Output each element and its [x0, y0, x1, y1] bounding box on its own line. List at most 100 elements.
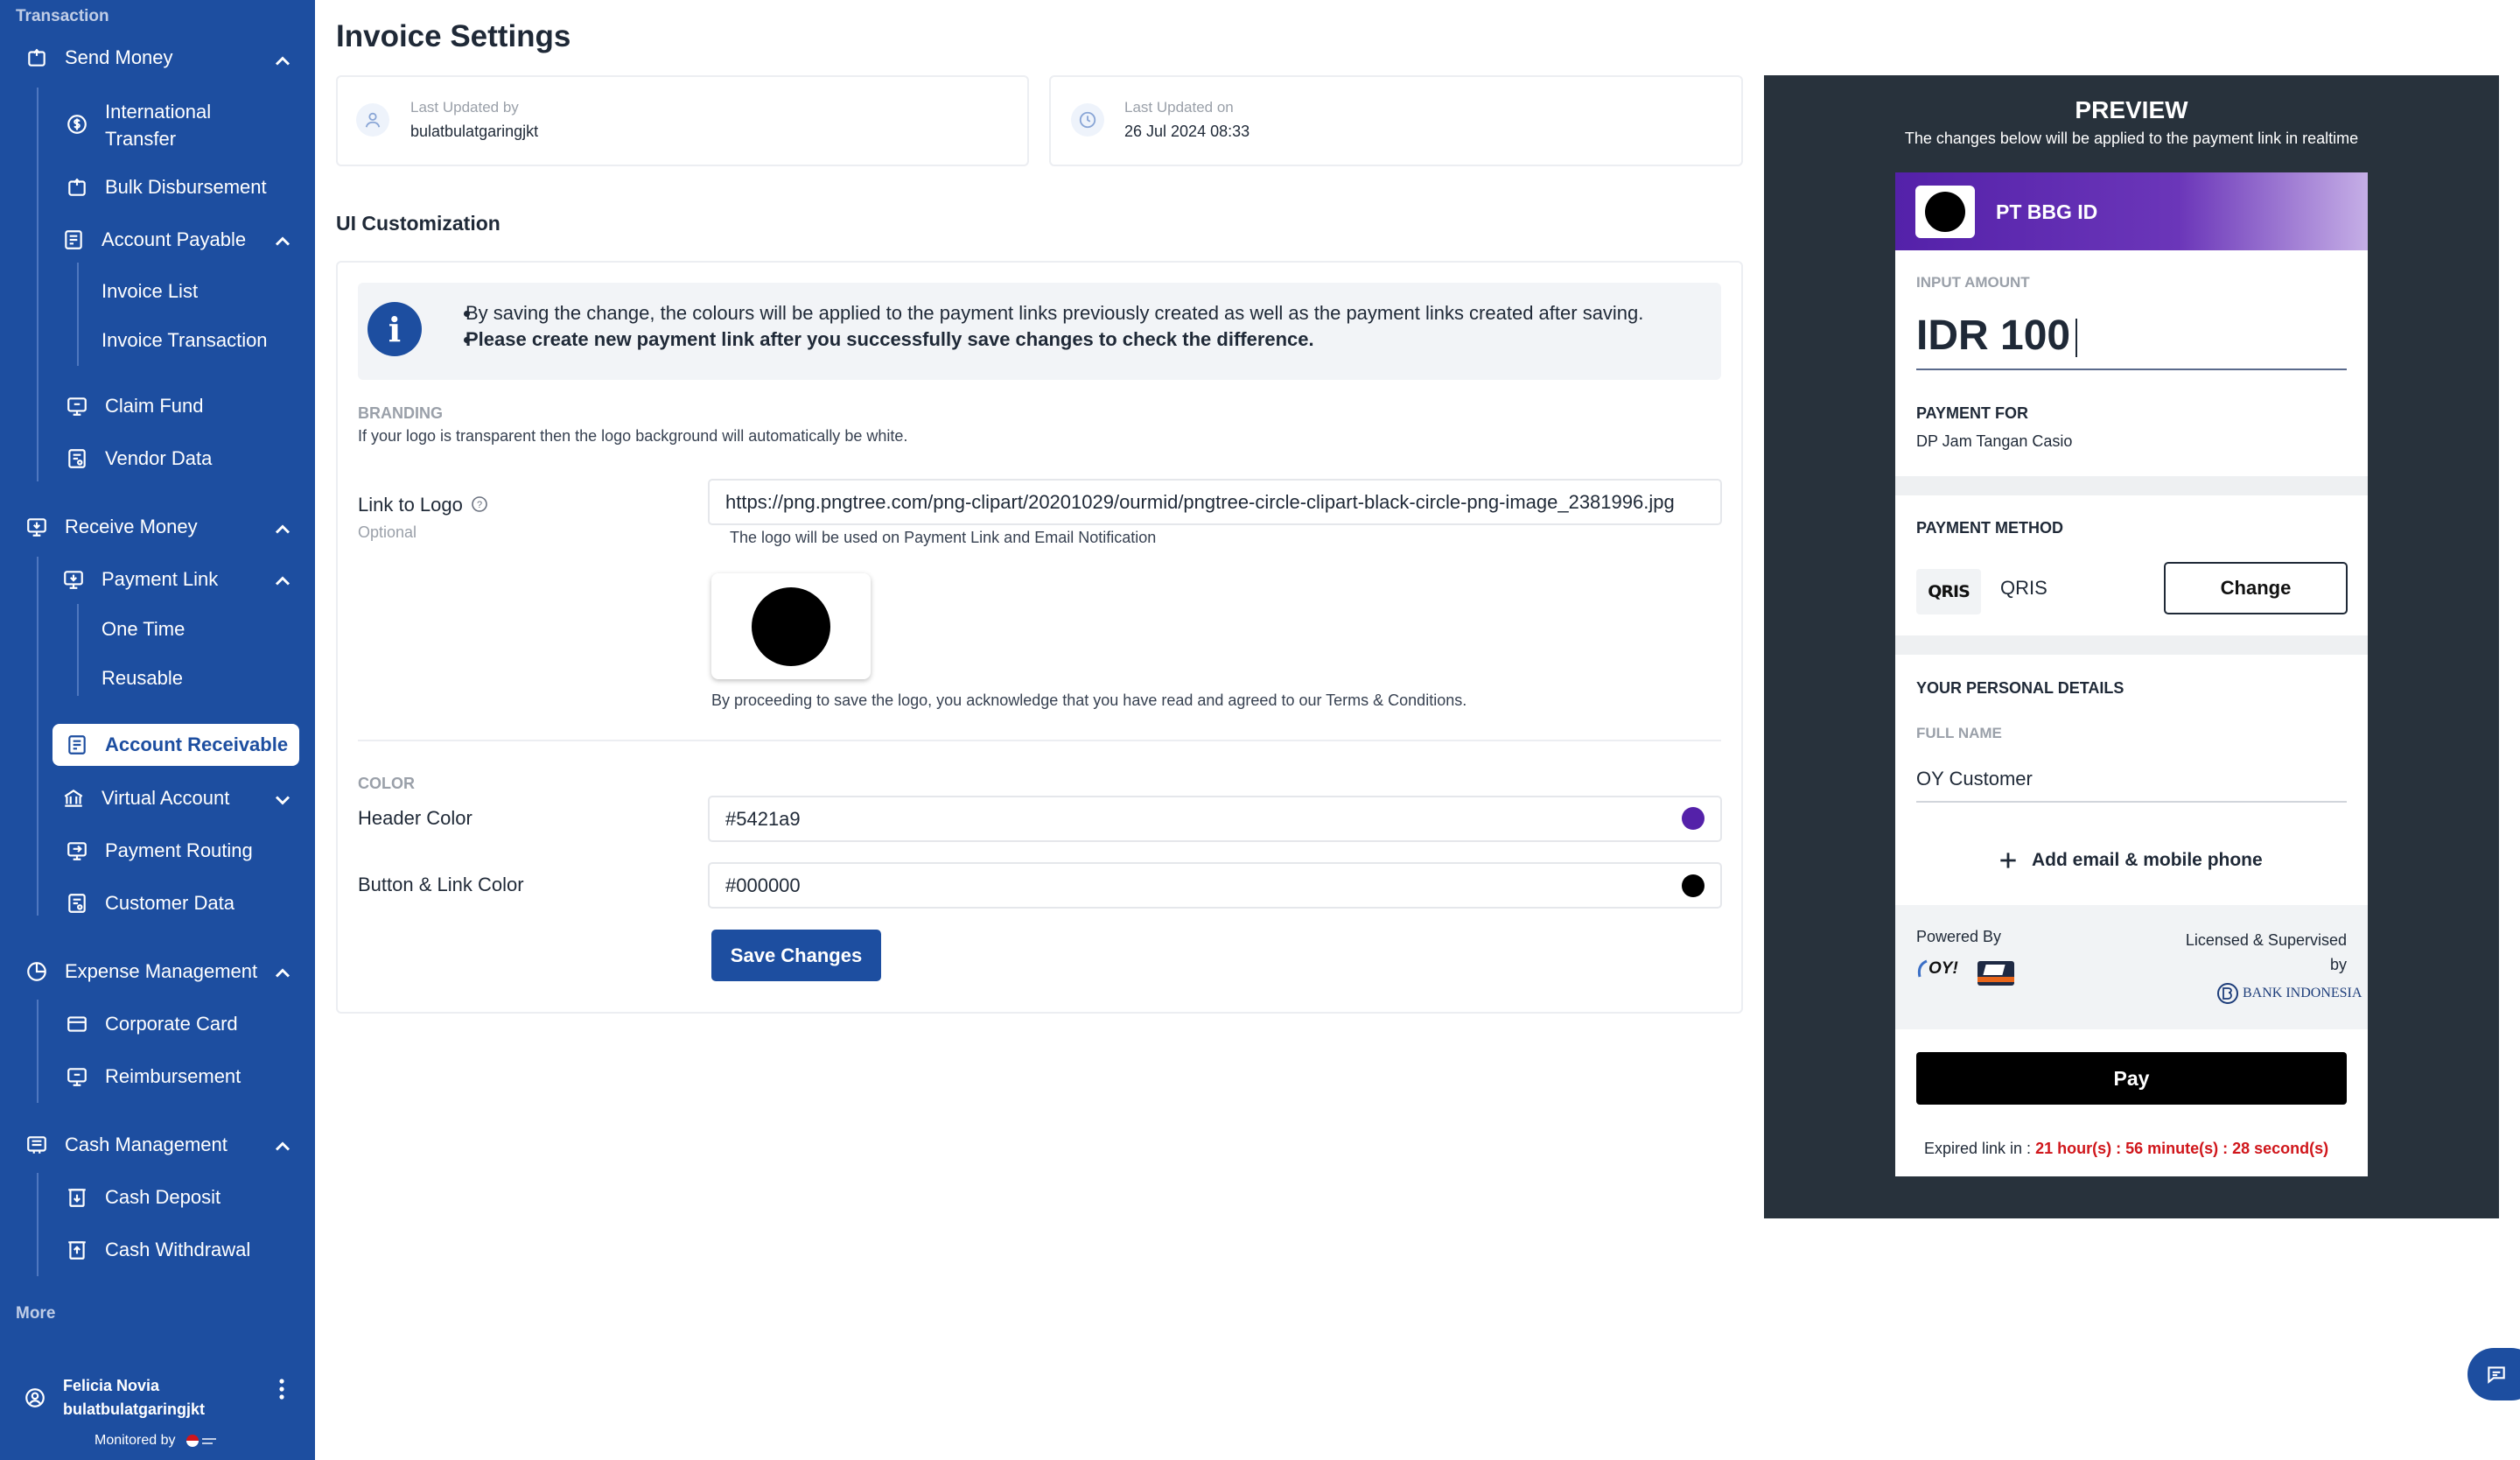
sidebar-item-label: Claim Fund: [105, 395, 204, 417]
expired-label: Expired link in :: [1924, 1140, 2032, 1157]
logo-url-input[interactable]: https://png.pngtree.com/png-clipart/2020…: [708, 479, 1722, 525]
last-updated-on-card: [1049, 75, 1743, 166]
sidebar-item-label: Account Receivable: [105, 734, 289, 755]
sidebar-item-claim-fund[interactable]: Claim Fund: [65, 394, 203, 418]
sidebar-item-label: Cash Withdrawal: [105, 1239, 251, 1260]
oy-logo-icon: OY!: [1916, 959, 1958, 979]
chevron-up-icon[interactable]: [270, 569, 295, 593]
sidebar-item-international-transfer[interactable]: International Transfer: [65, 98, 211, 152]
add-contact-link[interactable]: Add email & mobile phone: [1997, 849, 2263, 872]
sidebar-item-label: International: [105, 101, 212, 123]
sidebar-item-customer-data[interactable]: Customer Data: [65, 891, 234, 916]
sidebar-item-cash-management[interactable]: Cash Management: [24, 1133, 228, 1157]
sidebar-item-account-payable[interactable]: Account Payable: [61, 228, 246, 252]
user-handle: bulatbulatgaringjkt: [63, 1400, 205, 1418]
plus-icon: [1997, 849, 2020, 872]
sidebar-item-label: Cash Deposit: [105, 1186, 221, 1208]
invoice-icon: [61, 228, 86, 252]
dollar-icon: [65, 112, 89, 137]
last-updated-on-value: 26 Jul 2024 08:33: [1124, 123, 1250, 140]
sidebar-item-payment-link[interactable]: Payment Link: [61, 567, 218, 592]
sidebar-item-label: Expense Management: [65, 960, 258, 982]
sidebar-item-label: One Time: [102, 618, 186, 640]
sidebar-item-label: Cash Management: [65, 1134, 228, 1155]
sidebar-item-label: Invoice Transaction: [102, 329, 268, 351]
sidebar-item-bulk-disbursement[interactable]: Bulk Disbursement: [65, 175, 267, 200]
text-cursor: [2076, 319, 2078, 358]
page-title: Invoice Settings: [336, 19, 571, 53]
sidebar-item-one-time[interactable]: One Time: [102, 618, 185, 641]
chevron-down-icon[interactable]: [270, 788, 295, 812]
chat-button[interactable]: [2468, 1348, 2520, 1400]
licensed-label: Licensed & Supervised by: [2161, 928, 2347, 977]
sidebar-item-expense-management[interactable]: Expense Management: [24, 959, 257, 984]
monitored-by: Monitored by: [94, 1433, 220, 1449]
sidebar: Transaction Send Money International Tran…: [0, 0, 315, 1460]
header-color-input[interactable]: #5421a9: [708, 796, 1722, 842]
expired-info: Expired link in : 21 hour(s) : 56 minute…: [1924, 1140, 2328, 1158]
sidebar-item-invoice-list[interactable]: Invoice List: [102, 280, 198, 303]
user-profile[interactable]: Felicia Novia bulatbulatgaringjkt: [23, 1374, 205, 1421]
chevron-up-icon[interactable]: [270, 49, 295, 74]
bank-indonesia-logo-icon: BANK INDONESIA: [2216, 982, 2362, 1005]
change-button[interactable]: Change: [2164, 562, 2348, 614]
sidebar-item-corporate-card[interactable]: Corporate Card: [65, 1012, 238, 1036]
sidebar-item-cash-withdrawal[interactable]: Cash Withdrawal: [65, 1238, 250, 1262]
save-changes-button[interactable]: Save Changes: [711, 930, 881, 981]
user-name: Felicia Novia: [63, 1377, 160, 1394]
button-color-swatch[interactable]: [1682, 874, 1704, 897]
sidebar-item-reimbursement[interactable]: Reimbursement: [65, 1064, 241, 1089]
chevron-up-icon[interactable]: [270, 961, 295, 986]
customer-icon: [65, 891, 89, 916]
sidebar-item-vendor-data[interactable]: Vendor Data: [65, 446, 212, 471]
help-icon[interactable]: ?: [471, 495, 488, 513]
sidebar-item-label: Vendor Data: [105, 447, 213, 469]
preview-subtitle: The changes below will be applied to the…: [1904, 130, 2359, 147]
sidebar-item-send-money[interactable]: Send Money: [24, 46, 173, 70]
payment-method-label: PAYMENT METHOD: [1916, 519, 2064, 537]
sidebar-item-label: Payment Routing: [105, 839, 253, 861]
full-name-input[interactable]: OY Customer: [1916, 768, 2033, 790]
sidebar-item-label: Reusable: [102, 667, 183, 689]
sidebar-item-receive-money[interactable]: Receive Money: [24, 515, 198, 539]
sidebar-item-label: Customer Data: [105, 892, 234, 914]
monitor-logo-icon: [185, 1433, 220, 1449]
sidebar-item-label: Bulk Disbursement: [105, 176, 267, 198]
sidebar-item-label: Reimbursement: [105, 1065, 242, 1087]
send-money-icon: [24, 46, 49, 70]
deposit-icon: [65, 1185, 89, 1210]
info-text-bold: Please create new payment link after you…: [466, 328, 1314, 350]
routing-icon: [65, 839, 89, 863]
sidebar-item-reusable[interactable]: Reusable: [102, 667, 183, 690]
sidebar-item-account-receivable[interactable]: Account Receivable: [65, 733, 288, 757]
sidebar-item-cash-deposit[interactable]: Cash Deposit: [65, 1185, 220, 1210]
section-heading: UI Customization: [336, 212, 500, 235]
pie-chart-icon: [24, 959, 49, 984]
logo-circle-image: [752, 586, 830, 666]
header-color-swatch[interactable]: [1682, 807, 1704, 830]
last-updated-by-value: bulatbulatgaringjkt: [410, 123, 539, 140]
sidebar-item-virtual-account[interactable]: Virtual Account: [61, 786, 229, 811]
sidebar-item-invoice-transaction[interactable]: Invoice Transaction: [102, 329, 268, 352]
section-gap: [1895, 476, 2368, 495]
info-icon: i: [368, 302, 422, 356]
withdrawal-icon: [65, 1238, 89, 1262]
chevron-up-icon[interactable]: [270, 229, 295, 254]
button-color-input[interactable]: #000000: [708, 862, 1722, 909]
chevron-up-icon[interactable]: [270, 1134, 295, 1159]
preview-title: PREVIEW: [2075, 96, 2188, 123]
sidebar-item-label: Transfer: [105, 128, 177, 150]
header-color-label: Header Color: [358, 807, 472, 829]
more-vertical-icon[interactable]: [271, 1376, 292, 1402]
monitored-by-label: Monitored by: [94, 1433, 176, 1448]
input-amount-label: INPUT AMOUNT: [1916, 274, 2030, 291]
amount-input[interactable]: IDR 100: [1916, 312, 2078, 360]
sidebar-item-payment-routing[interactable]: Payment Routing: [65, 839, 253, 863]
tree-line: [77, 604, 79, 696]
payment-for-label: PAYMENT FOR: [1916, 404, 2029, 422]
pay-button[interactable]: Pay: [1916, 1052, 2347, 1105]
last-updated-on-label: Last Updated on: [1124, 99, 1234, 116]
sidebar-item-label: Send Money: [65, 46, 173, 68]
chevron-up-icon[interactable]: [270, 517, 295, 542]
tree-line: [37, 1000, 38, 1103]
